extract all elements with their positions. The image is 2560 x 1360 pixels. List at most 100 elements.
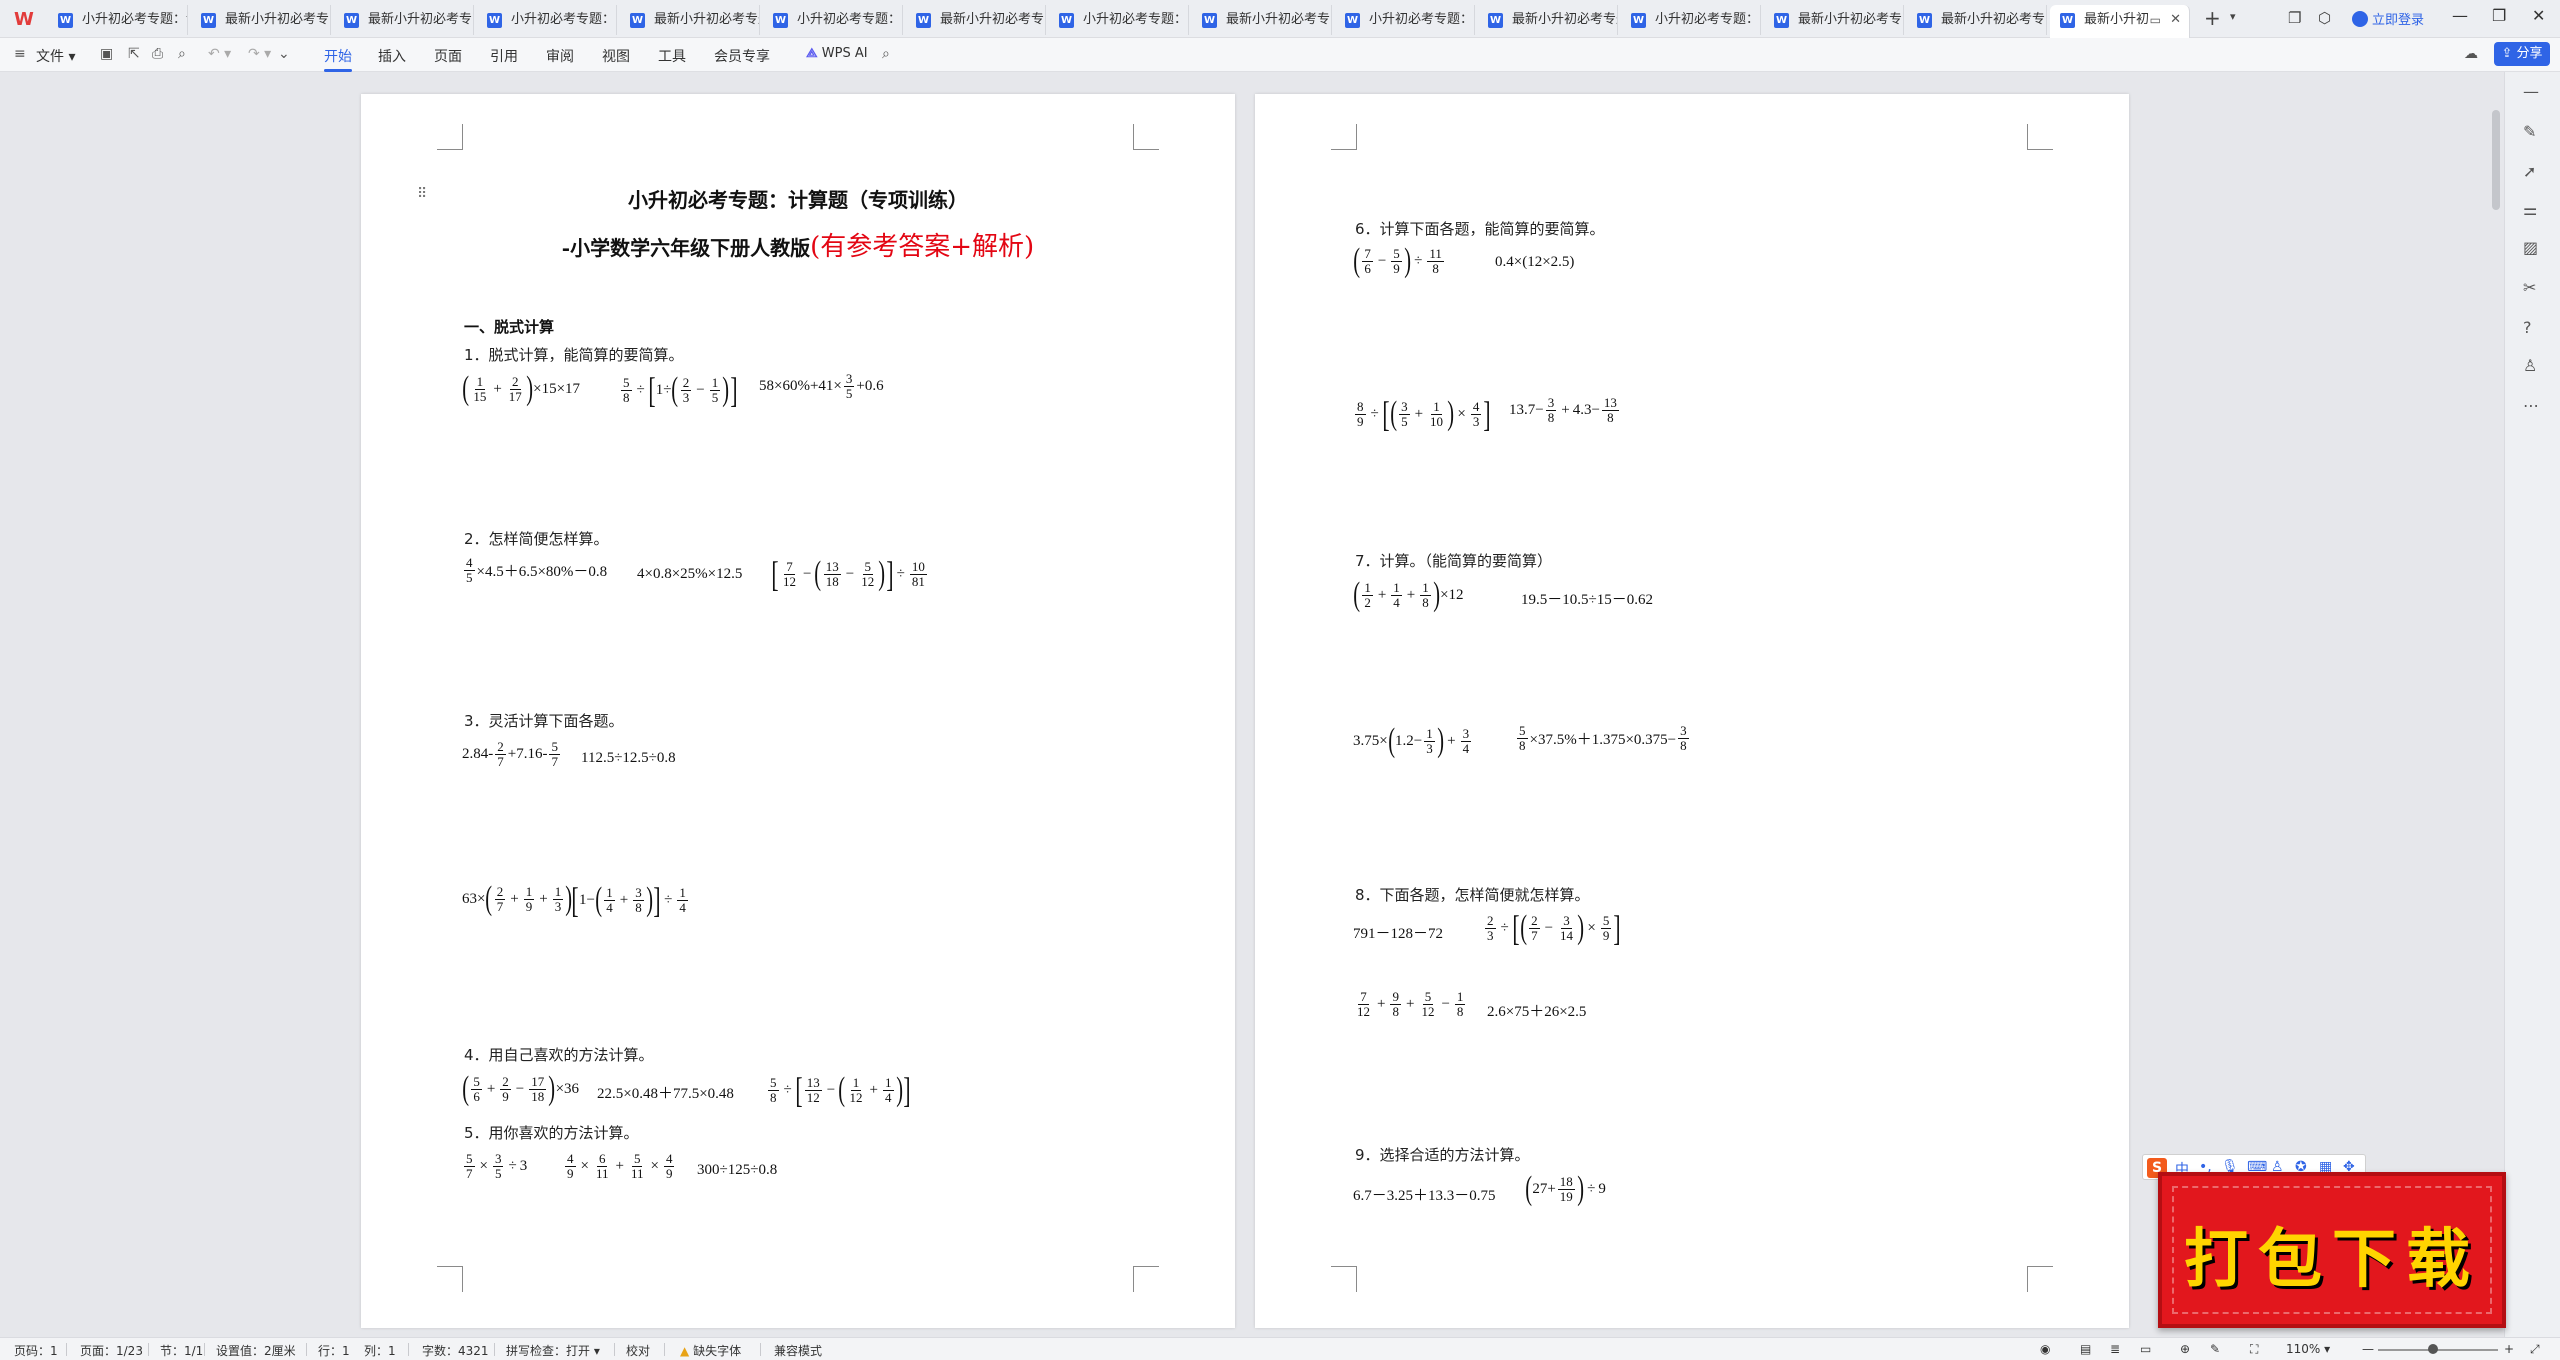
math-expression: 13.7− 3 8 +4.3− 13 8 bbox=[1509, 395, 1619, 425]
tab-label: 小升初必考专题： bbox=[1655, 12, 1760, 27]
doc-subtitle: -小学数学六年级下册人教版(有参考答案+解析) bbox=[361, 226, 1235, 263]
login-link[interactable]: 立即登录 bbox=[2352, 9, 2424, 28]
menu-tab-insert[interactable]: 插入 bbox=[378, 46, 406, 66]
doc-tab[interactable]: W 小升初必考专题： bbox=[1335, 5, 1475, 35]
image-edit-icon[interactable]: ▨ bbox=[2523, 238, 2538, 257]
more-chevron-icon[interactable]: ⌄ bbox=[278, 46, 290, 62]
zoom-slider-handle[interactable] bbox=[2428, 1344, 2438, 1354]
web-view-icon[interactable]: ⊕ bbox=[2180, 1342, 2190, 1356]
doc-tab-active[interactable]: W 最新小升初 ▭ ✕ bbox=[2050, 5, 2190, 38]
print-icon[interactable]: ⎙ bbox=[152, 46, 163, 62]
menu-bar: ≡ 文件 ▾ ▣ ⇱ ⎙ ⌕ ↶ ▾ ↷ ▾ ⌄ 开始 插入 页面 引用 审阅 … bbox=[0, 38, 2560, 72]
doc-tab[interactable]: W 小升初必考专题： bbox=[477, 5, 617, 35]
eye-protection-icon[interactable]: ◉ bbox=[2040, 1342, 2050, 1356]
outline-view-icon[interactable]: ≣ bbox=[2110, 1342, 2120, 1356]
math-expression: 58×60%+41× 3 5 +0.6 bbox=[759, 371, 884, 401]
export-icon[interactable]: ⇱ bbox=[128, 46, 140, 62]
menu-tab-tools[interactable]: 工具 bbox=[658, 46, 686, 66]
window-tile-icon[interactable]: ❐ bbox=[2288, 9, 2301, 27]
share-label: 分享 bbox=[2516, 46, 2543, 61]
reading-mode-icon[interactable]: ▭ bbox=[2140, 1342, 2151, 1356]
menu-tab-reference[interactable]: 引用 bbox=[490, 46, 518, 66]
status-pages[interactable]: 页面：1/23 bbox=[80, 1342, 143, 1359]
shirt-icon[interactable]: ♙ bbox=[2523, 356, 2537, 375]
collapse-icon[interactable]: — bbox=[2523, 82, 2539, 101]
pen-icon[interactable]: ✎ bbox=[2523, 122, 2536, 141]
more-icon[interactable]: ⋯ bbox=[2523, 396, 2539, 415]
doc-tab[interactable]: W 小升初必考专题： bbox=[763, 5, 903, 35]
zoom-label: 110% bbox=[2286, 1342, 2321, 1356]
zoom-out-icon[interactable]: — bbox=[2362, 1342, 2374, 1356]
zoom-level[interactable]: 110% ▾ bbox=[2286, 1342, 2330, 1356]
math-expression: (1 15 +2 17) ×15×17 bbox=[462, 370, 581, 407]
print-preview-icon[interactable]: ⌕ bbox=[178, 46, 186, 62]
doc-tab[interactable]: W 小升初必考专题：计 bbox=[48, 5, 188, 35]
redo-icon[interactable]: ↷ ▾ bbox=[248, 46, 271, 62]
zoom-slider[interactable] bbox=[2378, 1349, 2498, 1351]
undo-icon[interactable]: ↶ ▾ bbox=[208, 46, 231, 62]
save-icon[interactable]: ▣ bbox=[100, 46, 113, 62]
right-toolbar: — ✎ ➚ ⚌ ▨ ✂ ? ♙ ⋯ bbox=[2504, 72, 2560, 1337]
status-row[interactable]: 行：1 bbox=[318, 1342, 350, 1359]
menu-tab-member[interactable]: 会员专享 bbox=[714, 46, 770, 66]
wps-ai-button[interactable]: ⟁ WPS AI bbox=[806, 46, 868, 61]
status-word-count[interactable]: 字数：4321 bbox=[422, 1342, 489, 1359]
fit-page-icon[interactable]: ⛶ bbox=[2250, 1342, 2258, 1357]
new-tab-icon[interactable]: + bbox=[2204, 6, 2221, 30]
status-page-number[interactable]: 页码：1 bbox=[14, 1342, 58, 1359]
math-expression: [7 12−(13 18−5 12)] ÷ 10 81 bbox=[771, 554, 927, 594]
menu-tab-view[interactable]: 视图 bbox=[602, 46, 630, 66]
doc-tab[interactable]: W 最新小升初必考专 bbox=[906, 5, 1046, 35]
hamburger-icon[interactable]: ≡ bbox=[14, 46, 26, 62]
wps-logo-icon[interactable]: W bbox=[14, 9, 36, 30]
zoom-in-icon[interactable]: + bbox=[2504, 1342, 2514, 1356]
vertical-scrollbar[interactable] bbox=[2492, 110, 2500, 210]
file-menu[interactable]: 文件 ▾ bbox=[36, 46, 75, 66]
spellcheck-label: 拼写检查：打开 bbox=[506, 1344, 591, 1358]
math-expression: 791－128－72 bbox=[1353, 926, 1444, 942]
cloud-sync-icon[interactable]: ☁ bbox=[2464, 46, 2478, 62]
status-missing-font[interactable]: ▲ 缺失字体 bbox=[680, 1342, 741, 1359]
doc-tab[interactable]: W 最新小升初必考专 bbox=[334, 5, 474, 35]
pointer-icon[interactable]: ➚ bbox=[2523, 162, 2536, 181]
status-setting[interactable]: 设置值：2厘米 bbox=[216, 1342, 296, 1359]
menu-tab-page[interactable]: 页面 bbox=[434, 46, 462, 66]
status-spellcheck[interactable]: 拼写检查：打开 ▾ bbox=[506, 1342, 600, 1359]
menu-tab-home[interactable]: 开始 bbox=[324, 46, 352, 66]
status-section[interactable]: 节：1/1 bbox=[160, 1342, 203, 1359]
minimize-icon[interactable]: — bbox=[2452, 6, 2468, 25]
doc-tab[interactable]: W 最新小升初必考专 bbox=[1764, 5, 1904, 35]
missing-font-label: 缺失字体 bbox=[693, 1344, 742, 1358]
tab-label: 小升初必考专题： bbox=[1369, 12, 1474, 27]
write-mode-icon[interactable]: ✎ bbox=[2210, 1342, 2220, 1356]
cube-icon[interactable]: ⬡ bbox=[2318, 9, 2331, 27]
math-expression: 7 12 +9 8 +5 12−1 8 bbox=[1357, 989, 1466, 1019]
status-column[interactable]: 列：1 bbox=[364, 1342, 396, 1359]
page-view-icon[interactable]: ▤ bbox=[2080, 1342, 2091, 1356]
doc-tab[interactable]: W 小升初必考专题： bbox=[1621, 5, 1761, 35]
fullscreen-icon[interactable]: ⤢ bbox=[2530, 1342, 2540, 1357]
menu-tab-review[interactable]: 审阅 bbox=[546, 46, 574, 66]
doc-tab[interactable]: W 小升初必考专题： bbox=[1049, 5, 1189, 35]
doc-tab[interactable]: W 最新小升初必考专题 bbox=[1478, 5, 1618, 35]
search-icon[interactable]: ⌕ bbox=[882, 46, 890, 62]
math-expression: 5 7 × 3 5 ÷ 3 bbox=[464, 1151, 528, 1181]
close-window-icon[interactable]: ✕ bbox=[2532, 6, 2545, 25]
restore-icon[interactable]: ❐ bbox=[2492, 6, 2506, 25]
word-doc-icon: W bbox=[1345, 13, 1360, 28]
doc-tab[interactable]: W 最新小升初必考专 bbox=[191, 5, 331, 35]
doc-tab[interactable]: W 最新小升初必考专 bbox=[1192, 5, 1332, 35]
share-button[interactable]: ⇪ 分享 bbox=[2494, 42, 2550, 66]
tools-icon[interactable]: ✂ bbox=[2523, 278, 2536, 297]
doc-tab[interactable]: W 最新小升初必考专题 bbox=[620, 5, 760, 35]
chevron-down-icon[interactable]: ▾ bbox=[2230, 10, 2236, 23]
adjust-icon[interactable]: ⚌ bbox=[2523, 200, 2537, 219]
status-proofread[interactable]: 校对 bbox=[626, 1342, 650, 1359]
close-tab-icon[interactable]: ✕ bbox=[2170, 5, 2181, 35]
monitor-icon[interactable]: ▭ bbox=[2150, 5, 2161, 35]
divider bbox=[66, 1343, 67, 1356]
math-expression: 4×0.8×25%×12.5 bbox=[637, 566, 743, 582]
doc-tab[interactable]: W 最新小升初必考专 bbox=[1907, 5, 2047, 35]
help-icon[interactable]: ? bbox=[2523, 318, 2532, 337]
download-banner[interactable]: 打包下载 bbox=[2158, 1172, 2506, 1328]
